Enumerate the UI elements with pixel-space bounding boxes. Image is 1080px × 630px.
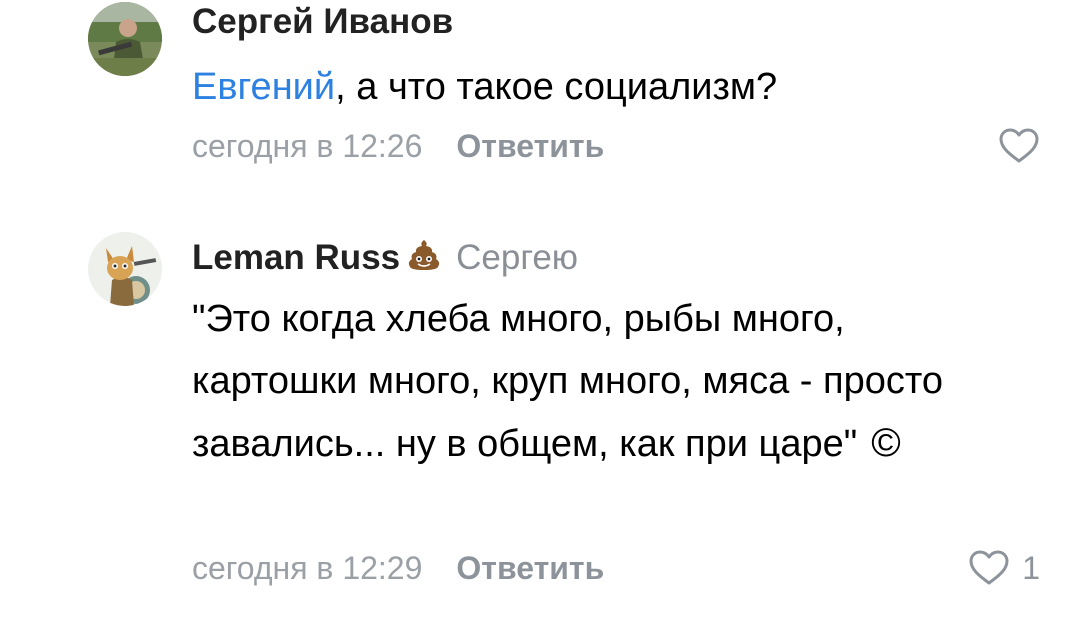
comment-text: Евгений, а что такое социализм? bbox=[192, 56, 1040, 118]
reply-to-link[interactable]: Сергею bbox=[456, 238, 578, 277]
comment-body: , а что такое социализм? bbox=[335, 66, 778, 108]
poop-emoji-icon bbox=[406, 237, 442, 273]
reply-button[interactable]: Ответить bbox=[456, 128, 604, 164]
author-name[interactable]: Leman Russ bbox=[192, 238, 400, 277]
avatar[interactable] bbox=[88, 232, 162, 306]
comment-date[interactable]: сегодня в 12:29 bbox=[192, 550, 422, 586]
mention-link[interactable]: Евгений bbox=[192, 66, 335, 108]
comment-meta: сегодня в 12:29 Ответить 1 bbox=[192, 546, 1040, 590]
comment-meta: сегодня в 12:26 Ответить bbox=[192, 124, 1040, 168]
reply-button[interactable]: Ответить bbox=[456, 550, 604, 586]
author-name[interactable]: Сергей Иванов bbox=[192, 2, 453, 41]
comment-body: "Это когда хлеба много, рыбы много, карт… bbox=[192, 298, 943, 465]
person-photo-avatar-icon bbox=[88, 2, 162, 76]
copyright-sign: © bbox=[871, 421, 901, 465]
comment-date[interactable]: сегодня в 12:26 bbox=[192, 128, 422, 164]
like-button[interactable]: 1 bbox=[968, 548, 1040, 588]
like-count: 1 bbox=[1022, 550, 1040, 586]
like-button[interactable] bbox=[998, 126, 1040, 166]
heart-outline-icon bbox=[969, 550, 1009, 585]
cartoon-warrior-avatar-icon bbox=[88, 232, 162, 306]
avatar[interactable] bbox=[88, 2, 162, 76]
heart-outline-icon bbox=[999, 128, 1039, 163]
comment-text: "Это когда хлеба много, рыбы много, карт… bbox=[192, 288, 1012, 475]
